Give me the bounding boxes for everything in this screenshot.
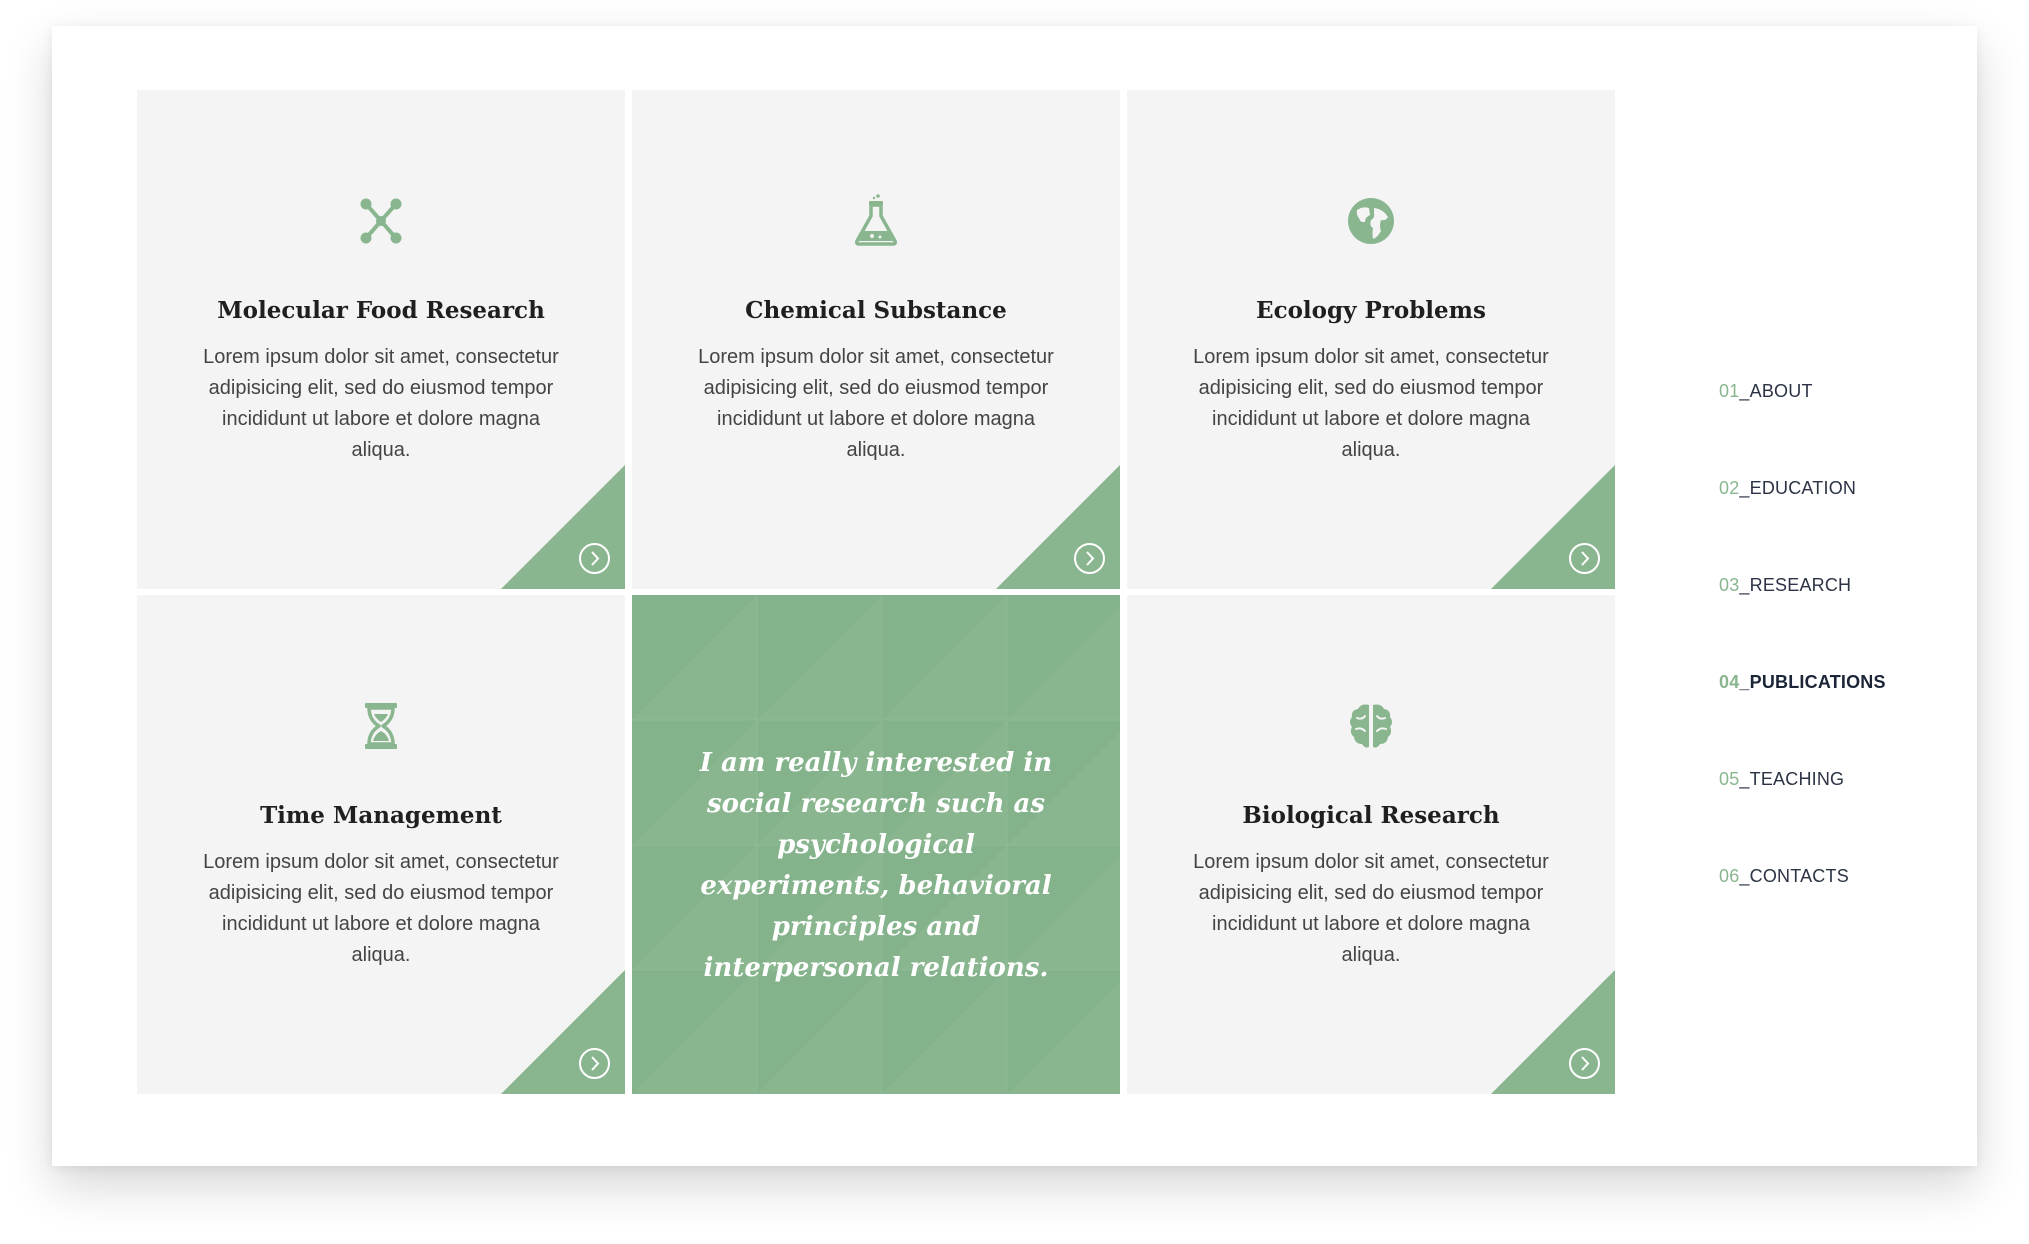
card-title: Molecular Food Research (217, 297, 545, 324)
arrow-right-icon[interactable] (1569, 543, 1600, 574)
quote-text: I am really interested in social researc… (699, 748, 1053, 983)
nav-item-label: _TEACHING (1739, 769, 1845, 789)
nav-item-contacts[interactable]: 06_CONTACTS (1719, 866, 1886, 963)
nav-item-number: 04 (1719, 672, 1740, 692)
research-grid: Molecular Food Research Lorem ipsum dolo… (137, 90, 1615, 1094)
card-description: Lorem ipsum dolor sit amet, consectetur … (203, 851, 559, 966)
nav-item-number: 05 (1719, 769, 1740, 789)
arrow-right-icon[interactable] (1074, 543, 1105, 574)
arrow-right-icon[interactable] (579, 1048, 610, 1079)
nav-item-number: 02 (1719, 478, 1740, 498)
research-card-chemical-substance: Chemical Substance Lorem ipsum dolor sit… (632, 90, 1120, 589)
card-title: Chemical Substance (745, 297, 1007, 324)
nav-item-label: _CONTACTS (1739, 866, 1849, 886)
nav-item-label: _PUBLICATIONS (1739, 672, 1886, 692)
card-description: Lorem ipsum dolor sit amet, consectetur … (1193, 346, 1549, 461)
arrow-right-icon[interactable] (1569, 1048, 1600, 1079)
flask-icon (848, 193, 904, 249)
nav-item-about[interactable]: 01_ABOUT (1719, 381, 1886, 478)
nav-item-education[interactable]: 02_EDUCATION (1719, 478, 1886, 575)
card-description: Lorem ipsum dolor sit amet, consectetur … (1193, 851, 1549, 966)
nav-item-label: _RESEARCH (1739, 575, 1852, 595)
nav-item-number: 03 (1719, 575, 1740, 595)
nav-item-number: 01 (1719, 381, 1740, 401)
hourglass-icon (353, 698, 409, 754)
card-description: Lorem ipsum dolor sit amet, consectetur … (698, 346, 1054, 461)
nav-item-label: _ABOUT (1739, 381, 1813, 401)
nav-item-research[interactable]: 03_RESEARCH (1719, 575, 1886, 672)
research-card-molecular-food: Molecular Food Research Lorem ipsum dolo… (137, 90, 625, 589)
arrow-right-icon[interactable] (579, 543, 610, 574)
quote-panel: I am really interested in social researc… (632, 595, 1120, 1094)
molecule-icon (353, 193, 409, 249)
card-title: Biological Research (1242, 802, 1500, 829)
nav-item-teaching[interactable]: 05_TEACHING (1719, 769, 1886, 866)
globe-icon (1343, 193, 1399, 249)
research-card-ecology-problems: Ecology Problems Lorem ipsum dolor sit a… (1127, 90, 1615, 589)
card-description: Lorem ipsum dolor sit amet, consectetur … (203, 346, 559, 461)
nav-item-number: 06 (1719, 866, 1740, 886)
research-card-time-management: Time Management Lorem ipsum dolor sit am… (137, 595, 625, 1094)
section-nav: 01_ABOUT 02_EDUCATION 03_RESEARCH 04_PUB… (1719, 381, 1886, 963)
brain-icon (1343, 698, 1399, 754)
research-card-biological-research: Biological Research Lorem ipsum dolor si… (1127, 595, 1615, 1094)
page-frame: Molecular Food Research Lorem ipsum dolo… (52, 26, 1977, 1166)
card-title: Time Management (260, 802, 502, 829)
nav-item-publications[interactable]: 04_PUBLICATIONS (1719, 672, 1886, 769)
nav-item-label: _EDUCATION (1739, 478, 1857, 498)
card-title: Ecology Problems (1256, 297, 1486, 324)
